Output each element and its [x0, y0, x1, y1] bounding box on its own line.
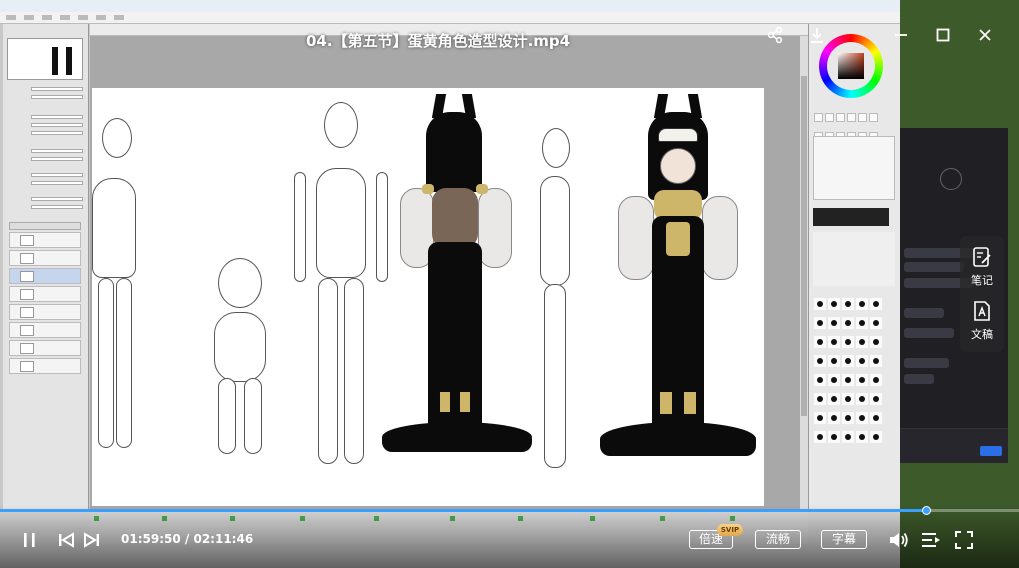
time-readout: 01:59:50 / 02:11:46: [121, 532, 253, 546]
chat-message: [904, 328, 954, 338]
character-front-view: [598, 92, 758, 478]
layer-mode-row: [7, 196, 85, 202]
progress-bar[interactable]: [0, 506, 1019, 515]
zoom-slider: [7, 86, 85, 92]
layer-item: [9, 358, 81, 374]
layer-item: [9, 322, 81, 338]
fullscreen-button[interactable]: [954, 530, 976, 550]
blend-mode-row: [7, 114, 85, 120]
share-icon: [767, 26, 783, 44]
notes-button[interactable]: 笔记: [960, 240, 1004, 292]
sketch-female-front: [286, 102, 396, 472]
chat-message: [904, 308, 944, 318]
pause-icon: [24, 533, 35, 547]
layer-opacity-row: [7, 204, 85, 210]
color-wheel: [819, 34, 883, 98]
video-player[interactable]: 04.【第五节】蛋黄角色造型设计.mp4 笔记 文稿 01:59:50 / 02…: [0, 0, 1019, 568]
minimize-button[interactable]: [890, 24, 912, 46]
texture-row: [7, 148, 85, 154]
effect-strength-row: [7, 180, 85, 186]
app-menu-item: [6, 15, 16, 20]
share-button[interactable]: [764, 24, 786, 46]
volume-button[interactable]: [888, 530, 910, 550]
download-button[interactable]: [806, 24, 828, 46]
quality-button[interactable]: 流畅: [755, 530, 801, 549]
texture-strength-row: [7, 156, 85, 162]
transcript-button[interactable]: 文稿: [960, 294, 1004, 346]
chat-send-button: [980, 446, 1002, 456]
canvas-paper: [92, 88, 764, 506]
layer-item: [9, 250, 81, 266]
app-menu-item: [60, 15, 70, 20]
app-menu-item: [114, 15, 124, 20]
color-square: [838, 53, 864, 79]
skip-previous-icon: [59, 532, 74, 548]
notes-label: 笔记: [971, 274, 993, 287]
document-ai-icon: [974, 301, 990, 321]
video-frame: [0, 0, 900, 510]
app-menu-item: [78, 15, 88, 20]
opacity-row: [7, 122, 85, 128]
fullscreen-icon: [955, 531, 973, 549]
layer-toolbar: [9, 222, 81, 230]
app-menu-item: [96, 15, 106, 20]
note-edit-icon: [973, 247, 991, 267]
side-tool-panel: 笔记 文稿: [960, 236, 1004, 352]
total-duration: 02:11:46: [193, 532, 254, 546]
sketch-female-base-partial: [92, 118, 152, 458]
effect-row: [7, 172, 85, 178]
minimize-icon: [895, 34, 907, 36]
brush-size-grid: [813, 296, 895, 448]
chat-empty-icon: [940, 168, 962, 190]
maximize-icon: [936, 28, 950, 42]
brush-stroke-preview: [813, 208, 889, 226]
layer-item: [9, 304, 81, 320]
layer-item: [9, 286, 81, 302]
layer-item: [9, 232, 81, 248]
current-time: 01:59:50: [121, 532, 181, 546]
chat-message: [904, 358, 949, 368]
layer-item: [9, 340, 81, 356]
playlist-icon: [922, 533, 940, 547]
subtitle-button[interactable]: 字幕: [821, 530, 867, 549]
video-title: 04.【第五节】蛋黄角色造型设计.mp4: [306, 32, 571, 50]
brush-settings: [813, 232, 895, 286]
brush-list: [813, 136, 895, 200]
canvas-area: [90, 36, 808, 510]
app-titlebar: [0, 0, 900, 12]
chat-message: [904, 374, 934, 384]
character-back-view: [382, 92, 532, 478]
volume-icon: [890, 532, 908, 548]
next-button[interactable]: [82, 530, 102, 550]
maximize-button[interactable]: [932, 24, 954, 46]
previous-button[interactable]: [56, 530, 76, 550]
chat-message: [904, 262, 964, 272]
svip-badge: SVIP: [717, 524, 743, 536]
canvas-scrollbar: [800, 36, 808, 510]
color-tool-panel: [808, 24, 900, 510]
skip-next-icon: [84, 532, 99, 548]
layer-item-selected: [9, 268, 81, 284]
app-menubar: [0, 12, 900, 24]
navigator-preview: [7, 38, 83, 80]
progress-played: [0, 509, 927, 512]
app-menu-item: [24, 15, 34, 20]
time-separator: /: [184, 532, 190, 546]
close-icon: [979, 29, 991, 41]
transcript-label: 文稿: [971, 328, 993, 341]
playlist-button[interactable]: [920, 530, 942, 550]
pause-button[interactable]: [20, 530, 40, 550]
download-icon: [811, 28, 823, 43]
navigator-layer-panel: [3, 24, 89, 510]
sketch-chibi-base: [200, 258, 280, 458]
option-row: [7, 130, 85, 136]
close-button[interactable]: [974, 24, 996, 46]
rotate-slider: [7, 94, 85, 100]
app-menu-item: [42, 15, 52, 20]
sketch-female-side: [532, 128, 592, 478]
